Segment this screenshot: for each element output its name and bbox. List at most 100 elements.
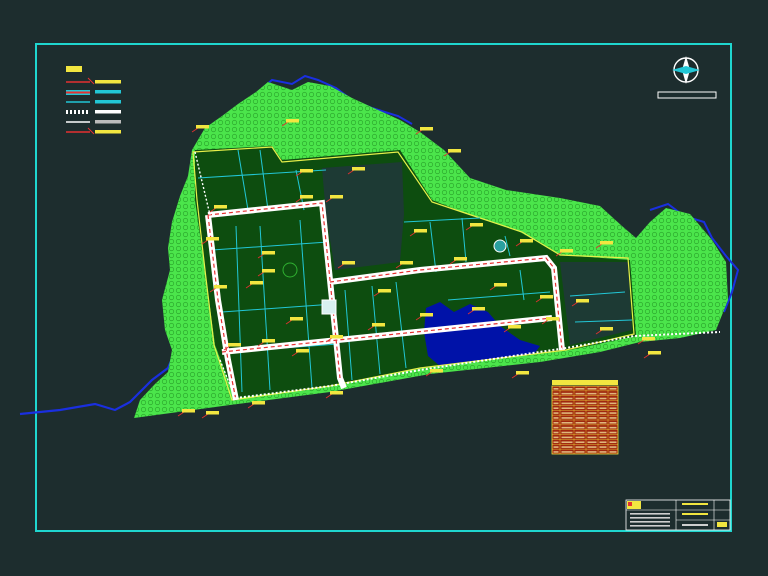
legend-heading-block	[66, 66, 82, 72]
table-cell	[609, 426, 617, 429]
table-cell	[553, 407, 559, 410]
title-text-line	[630, 521, 670, 523]
table-cell	[609, 417, 617, 419]
table-cell	[561, 388, 573, 390]
table-cell	[599, 431, 607, 434]
dark-parcel-north	[322, 162, 404, 270]
data-table	[551, 380, 619, 455]
table-cell	[599, 412, 607, 414]
table-cell	[587, 412, 597, 414]
table-cell	[599, 451, 607, 453]
legend-row	[66, 120, 121, 124]
table-cell	[561, 451, 573, 453]
table-cell	[561, 422, 573, 424]
table-cell	[561, 402, 573, 405]
table-cell	[599, 397, 607, 400]
central-building	[321, 299, 337, 315]
table-cell	[553, 392, 559, 395]
table-cell	[553, 451, 559, 453]
table-cell	[599, 407, 607, 410]
table-cell	[575, 422, 585, 424]
table-cell	[587, 446, 597, 448]
table-cell	[575, 402, 585, 405]
sheet-number	[717, 522, 727, 527]
table-cell	[599, 436, 607, 439]
table-cell	[609, 412, 617, 414]
table-cell	[587, 392, 597, 395]
table-header	[552, 380, 618, 385]
legend-row	[66, 77, 121, 85]
table-cell	[553, 436, 559, 439]
table-cell	[587, 436, 597, 439]
table-cell	[587, 388, 597, 390]
title-text-line	[682, 503, 708, 505]
table-cell	[575, 446, 585, 448]
title-text-line	[630, 517, 670, 519]
table-cell	[561, 417, 573, 419]
table-cell	[609, 451, 617, 453]
table-cell	[599, 422, 607, 424]
title-block	[625, 499, 731, 531]
table-cell	[553, 422, 559, 424]
table-cell	[575, 397, 585, 400]
title-text-line	[682, 513, 708, 515]
table-cell	[609, 441, 617, 444]
table-cell	[575, 451, 585, 453]
table-cell	[561, 436, 573, 439]
table-cell	[575, 417, 585, 419]
table-cell	[561, 426, 573, 429]
table-cell	[561, 392, 573, 395]
table-cell	[553, 446, 559, 448]
table-cell	[587, 402, 597, 405]
table-cell	[553, 397, 559, 400]
table-cell	[609, 436, 617, 439]
table-cell	[587, 441, 597, 444]
table-cell	[561, 441, 573, 444]
table-cell	[587, 451, 597, 453]
table-cell	[575, 392, 585, 395]
table-cell	[609, 397, 617, 400]
legend-row	[66, 110, 121, 114]
callout-label	[643, 351, 661, 359]
title-text-line	[682, 524, 708, 526]
legend-row	[66, 127, 121, 135]
table-cell	[587, 407, 597, 410]
legend	[66, 66, 121, 135]
table-cell	[553, 412, 559, 414]
compass-rose-icon	[657, 56, 717, 99]
table-cell	[587, 397, 597, 400]
table-cell	[575, 441, 585, 444]
title-text-line	[630, 513, 670, 515]
table-cell	[561, 397, 573, 400]
table-cell	[599, 417, 607, 419]
table-cell	[575, 412, 585, 414]
table-cell	[609, 431, 617, 434]
table-cell	[587, 426, 597, 429]
table-cell	[599, 441, 607, 444]
table-cell	[561, 412, 573, 414]
table-cell	[599, 392, 607, 395]
table-cell	[553, 402, 559, 405]
table-cell	[553, 417, 559, 419]
table-cell	[553, 426, 559, 429]
table-cell	[609, 446, 617, 448]
table-cell	[609, 402, 617, 405]
table-cell	[553, 431, 559, 434]
dark-parcel-east	[560, 262, 632, 345]
table-cell	[587, 417, 597, 419]
table-cell	[609, 388, 617, 390]
table-cell	[553, 441, 559, 444]
table-cell	[575, 431, 585, 434]
table-cell	[575, 388, 585, 390]
table-cell	[561, 431, 573, 434]
table-cell	[609, 422, 617, 424]
table-cell	[599, 402, 607, 405]
table-cell	[587, 422, 597, 424]
table-cell	[587, 431, 597, 434]
table-cell	[609, 392, 617, 395]
table-cell	[575, 436, 585, 439]
title-text-line	[630, 525, 670, 527]
table-cell	[575, 426, 585, 429]
table-cell	[575, 407, 585, 410]
callout-label	[511, 371, 529, 379]
